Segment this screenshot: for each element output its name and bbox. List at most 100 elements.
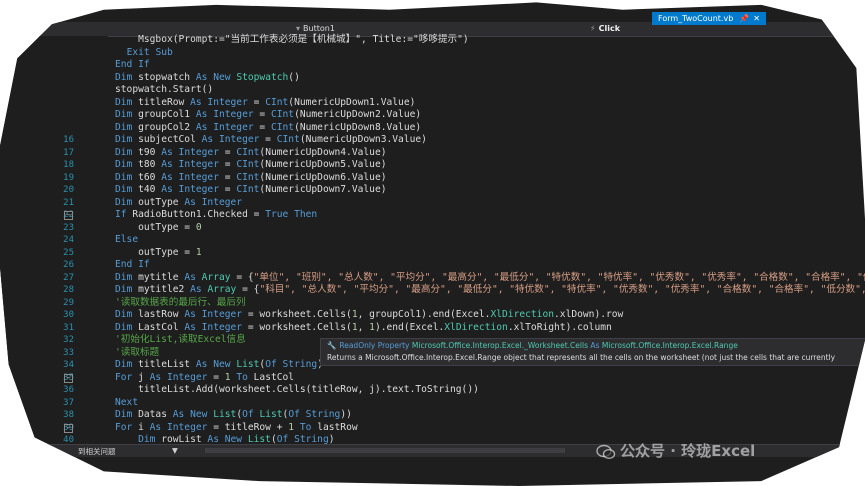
code-token: , <box>357 321 370 333</box>
code-token: = <box>207 371 225 383</box>
code-token: As Integer <box>161 184 219 195</box>
code-token: CInt <box>276 134 300 145</box>
code-token: lastRow <box>311 421 358 433</box>
code-token: t60 <box>132 171 162 183</box>
code-token: subjectCol <box>132 134 202 145</box>
close-icon[interactable]: ✕ <box>753 14 760 23</box>
code-token: Of <box>242 409 254 420</box>
code-token: As Integer <box>190 96 248 108</box>
code-line[interactable]: stopwatch.Start() <box>0 84 865 97</box>
code-text: titleList.Add(worksheet.Cells(titleRow, … <box>115 384 479 397</box>
code-token: LastCol <box>247 371 295 383</box>
code-token: = { <box>236 284 260 295</box>
code-line[interactable]: 26 End If <box>0 259 865 272</box>
code-text: Exit Sub <box>115 47 173 60</box>
code-token: mytitle <box>132 271 185 283</box>
code-token: For <box>115 421 133 433</box>
code-line[interactable]: End If <box>0 59 865 72</box>
code-text: End If <box>115 59 150 72</box>
code-line[interactable]: 21 Dim outType As Integer <box>0 197 865 210</box>
code-token: For <box>115 371 133 383</box>
collapse-toggle-icon[interactable]: − <box>64 423 73 433</box>
code-line[interactable]: 17 Dim t90 As Integer = CInt(NumericUpDow… <box>0 147 865 160</box>
code-line[interactable]: 23 outType = 0 <box>0 222 865 235</box>
code-text: Dim subjectCol As Integer = CInt(Numeric… <box>115 134 427 147</box>
code-token: As New <box>195 359 231 370</box>
code-token: As <box>184 271 196 283</box>
code-line[interactable]: Msgbox(Prompt:="当前工作表必须是【机械城】", Title:="… <box>0 34 865 47</box>
code-line[interactable]: 30 Dim lastRow As Integer = worksheet.Cel… <box>0 309 865 322</box>
code-token: = <box>259 134 277 145</box>
code-token: End If <box>115 59 150 70</box>
code-line[interactable]: 31 Dim LastCol As Integer = worksheet.Cel… <box>0 322 865 335</box>
code-token: Dim <box>115 409 133 420</box>
code-token: "科目", "总人数", "平均分", "最高分", "最低分", "特优数",… <box>259 284 865 295</box>
code-line[interactable]: 18 Dim t80 As Integer = CInt(NumericUpDow… <box>0 159 865 172</box>
code-token: Dim <box>115 159 133 170</box>
tooltip-as: As <box>590 341 600 350</box>
code-token: As Integer <box>195 121 254 133</box>
code-token: j <box>132 371 150 383</box>
code-token: () <box>288 71 300 83</box>
code-text: Dim t60 As Integer = CInt(NumericUpDown6… <box>115 172 387 185</box>
code-token: Dim <box>115 171 133 183</box>
code-line[interactable]: 38 Dim Datas As New List(Of List(Of Strin… <box>0 409 865 422</box>
line-number: 32 <box>63 335 74 345</box>
horizontal-scrollbar[interactable] <box>205 448 565 453</box>
code-line[interactable]: Dim stopwatch As New Stopwatch() <box>0 72 865 85</box>
code-token: t90 <box>132 146 162 158</box>
code-line[interactable]: 20 Dim t40 As Integer = CInt(NumericUpDow… <box>0 184 865 197</box>
code-line[interactable]: 39− For i As Integer = titleRow + 1 To la… <box>0 422 865 435</box>
status-left-text[interactable]: 到相关问题 <box>78 446 116 457</box>
collapse-toggle-icon[interactable]: − <box>64 373 73 383</box>
wrench-icon: 🔧 <box>327 341 337 350</box>
code-token: Dim <box>115 196 133 208</box>
code-text: End If <box>115 259 150 272</box>
code-token: As <box>190 284 202 295</box>
photographed-screen: ▾ Button1 ⚡ Click Form_TwoCount.vb 📌 ✕ Msgbo… <box>0 2 865 486</box>
code-token: , groupCol1).end(Excel. <box>357 309 491 320</box>
code-line[interactable]: 19 Dim t60 As Integer = CInt(NumericUpDow… <box>0 172 865 185</box>
document-tab[interactable]: Form_TwoCount.vb 📌 ✕ <box>652 12 766 25</box>
code-line[interactable]: 36 titleList.Add(worksheet.Cells(titleRo… <box>0 384 865 397</box>
pin-icon[interactable]: 📌 <box>739 14 749 23</box>
code-text: Dim mytitle As Array = {"单位", "班别", "总人数… <box>115 272 865 285</box>
line-number: 17 <box>63 147 74 158</box>
code-text: Dim groupCol2 As Integer = CInt(NumericU… <box>115 122 421 135</box>
code-token: True Then <box>265 209 318 220</box>
line-number: 25 <box>63 247 74 258</box>
code-token: XlDirection <box>490 309 555 320</box>
code-text: Dim stopwatch As New Stopwatch() <box>115 72 300 85</box>
code-line[interactable]: Exit Sub <box>0 47 865 60</box>
code-line[interactable]: 25 outType = 1 <box>0 247 865 260</box>
tooltip-member: Microsoft.Office.Interop.Excel._Workshee… <box>411 341 588 350</box>
code-token: As Integer <box>161 146 219 158</box>
code-line[interactable]: 29 '读取数据表的最后行、最后列 <box>0 297 865 310</box>
code-editor[interactable]: Msgbox(Prompt:="当前工作表必须是【机械城】", Title:="… <box>0 30 865 445</box>
status-dropdown[interactable]: ▼ <box>172 446 178 455</box>
code-token: = <box>218 146 237 158</box>
code-line[interactable]: 35− For j As Integer = 1 To LastCol <box>0 372 865 385</box>
code-token: Exit Sub <box>126 46 173 58</box>
code-line[interactable]: 28 Dim mytitle2 As Array = {"科目", "总人数", … <box>0 284 865 297</box>
line-number: 16 <box>63 135 74 145</box>
code-line[interactable]: 27 Dim mytitle As Array = {"单位", "班别", "总… <box>0 272 865 285</box>
code-token: lastRow <box>132 309 185 320</box>
code-line[interactable]: 37 Next <box>0 397 865 410</box>
collapse-toggle-icon[interactable]: − <box>64 211 73 220</box>
code-line[interactable]: 22− If RadioButton1.Checked = True Then <box>0 209 865 222</box>
code-line[interactable]: Dim groupCol2 As Integer = CInt(NumericU… <box>0 122 865 135</box>
code-text: '读取标题 <box>115 347 159 360</box>
code-token: ).end(Excel. <box>374 321 445 333</box>
line-number: 24 <box>63 235 74 245</box>
line-number: 29 <box>63 297 74 308</box>
code-token: CInt <box>236 146 260 158</box>
code-token: Dim <box>115 134 133 145</box>
tooltip-description: Returns a Microsoft.Office.Interop.Excel… <box>327 353 836 362</box>
code-token: As Integer <box>195 109 254 120</box>
code-token: mytitle2 <box>132 284 191 295</box>
code-line[interactable]: 24 Else <box>0 234 865 247</box>
code-line[interactable]: Dim groupCol1 As Integer = CInt(NumericU… <box>0 109 865 122</box>
code-line[interactable]: 16 Dim subjectCol As Integer = CInt(Numer… <box>0 134 865 147</box>
code-line[interactable]: Dim titleRow As Integer = CInt(NumericUp… <box>0 97 865 110</box>
